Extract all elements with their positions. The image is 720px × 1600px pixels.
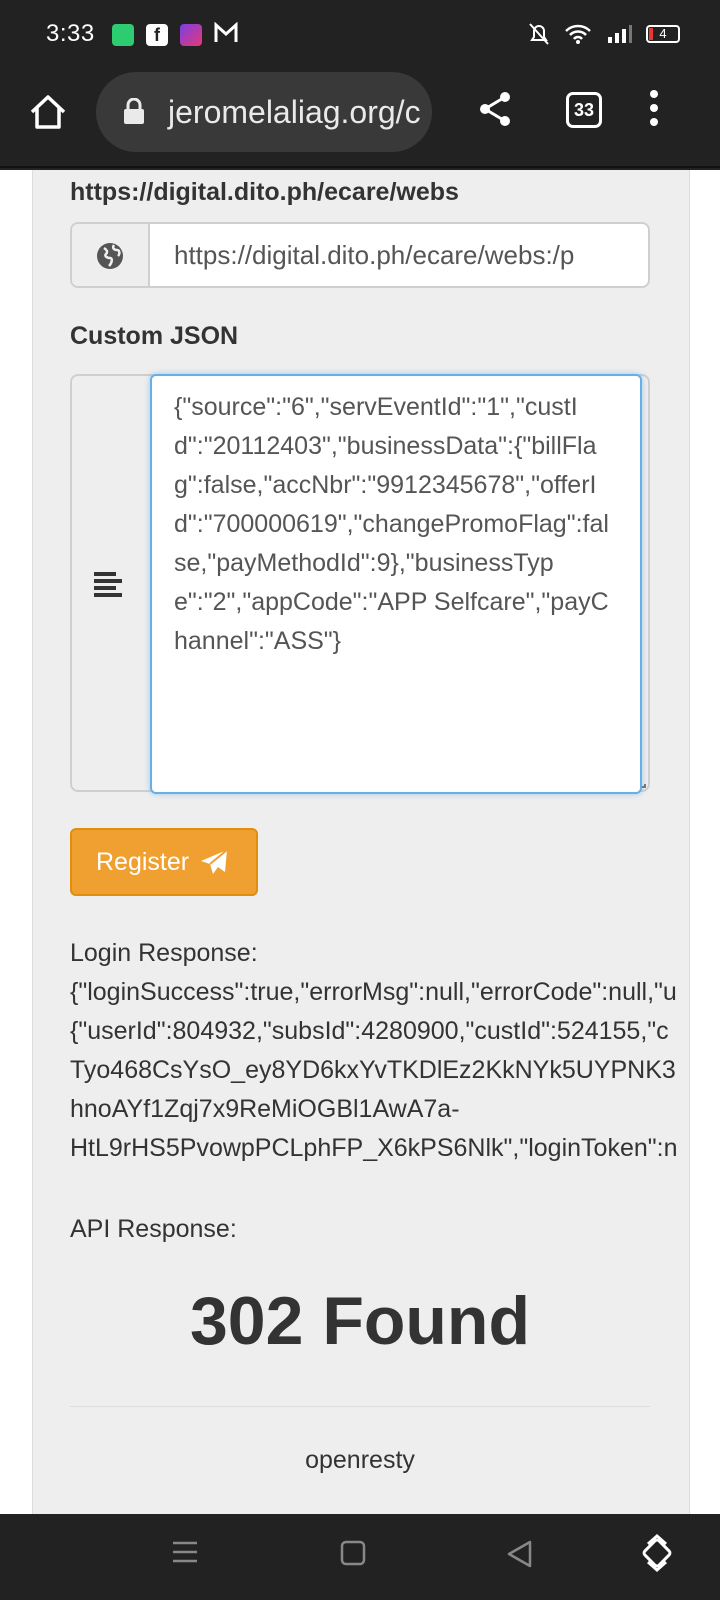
home-nav-button[interactable] (340, 1540, 366, 1571)
rotate-icon (642, 1533, 672, 1573)
wifi-icon (565, 24, 591, 44)
custom-json-label: Custom JSON (70, 322, 239, 350)
lock-icon (124, 98, 144, 124)
home-icon (30, 95, 66, 129)
register-label: Register (96, 847, 190, 876)
loz-icon (180, 24, 202, 46)
recents-button[interactable] (172, 1540, 198, 1569)
input-addon (94, 572, 124, 603)
server-name: openresty (305, 1446, 415, 1474)
dot (650, 90, 658, 98)
menu-lines-icon (173, 1541, 197, 1563)
gmail-icon (214, 21, 238, 49)
mute-bell-icon (529, 23, 549, 45)
overflow-menu-button[interactable] (650, 90, 660, 132)
custom-json-textarea[interactable]: {"source":"6","servEventId":"1","custId"… (150, 374, 642, 794)
resize-grip[interactable] (642, 784, 646, 788)
back-triangle-icon (507, 1540, 532, 1568)
endpoint-input-group: https://digital.dito.ph/ecare/webs:/p (70, 222, 650, 288)
login-response-line: {"loginSuccess":true,"errorMsg":null,"er… (70, 978, 677, 1006)
address-bar[interactable]: jeromelaliag.org/c (96, 72, 432, 152)
globe-icon (97, 243, 123, 269)
share-button[interactable] (478, 90, 512, 133)
api-response-label: API Response: (70, 1215, 237, 1243)
status-bar: 3:33 f 4 (0, 0, 720, 70)
app-icon (112, 24, 134, 46)
system-nav-bar (0, 1514, 720, 1600)
login-response-line: Tyo468CsYsO_ey8YD6kxYvTKDlEz2KkNYk5UYPNK… (70, 1056, 676, 1084)
url-text: jeromelaliag.org/c (168, 94, 421, 130)
input-addon (72, 224, 150, 286)
endpoint-input[interactable]: https://digital.dito.ph/ecare/webs:/p (150, 224, 648, 286)
status-time: 3:33 (46, 20, 95, 47)
web-page: https://digital.dito.ph/ecare/webs https… (0, 170, 720, 1514)
login-response-line: hnoAYf1Zqj7x9ReMiOGBl1AwA7a- (70, 1095, 460, 1123)
share-icon (480, 92, 510, 126)
rotate-button[interactable] (640, 1533, 674, 1577)
login-response-line: HtL9rHS5PvowpPCLphFP_X6kPS6Nlk","loginTo… (70, 1134, 678, 1162)
json-input-group: {"source":"6","servEventId":"1","custId"… (70, 374, 650, 794)
back-button[interactable] (506, 1540, 532, 1573)
align-left-icon (94, 572, 122, 597)
login-response-line: {"userId":804932,"subsId":4280900,"custI… (70, 1017, 669, 1045)
divider (70, 1406, 650, 1407)
endpoint-label: https://digital.dito.ph/ecare/webs (70, 178, 459, 206)
signal-icon (608, 25, 632, 43)
dot (650, 104, 658, 112)
battery-icon: 4 (646, 25, 680, 43)
api-status-title: 302 Found (189, 1283, 531, 1359)
facebook-icon: f (146, 24, 168, 46)
browser-toolbar: jeromelaliag.org/c 33 (0, 70, 720, 168)
login-response-label: Login Response: (70, 939, 258, 967)
battery-level: 4 (659, 26, 667, 41)
paper-plane-icon (201, 849, 228, 874)
register-button[interactable]: Register (70, 828, 258, 896)
dot (650, 118, 658, 126)
tab-switcher-button[interactable]: 33 (566, 92, 602, 128)
square-icon (340, 1540, 366, 1566)
home-button[interactable] (26, 90, 70, 134)
